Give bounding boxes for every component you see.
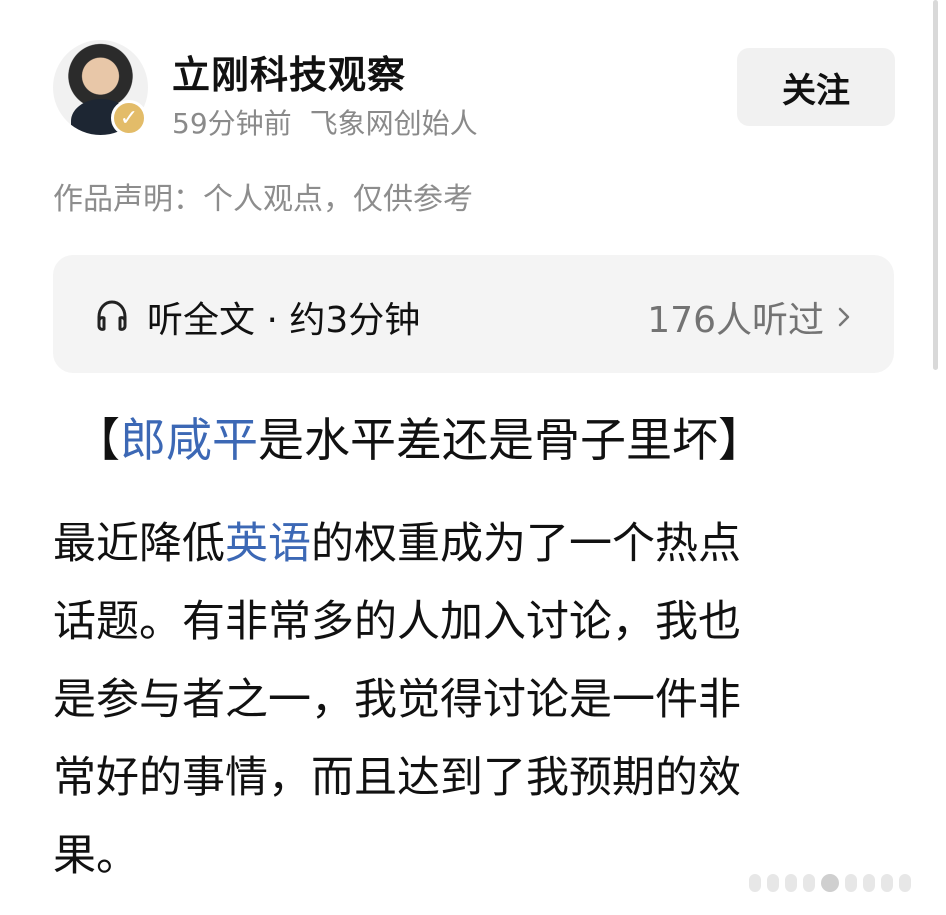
body-line-1: 最近降低英语的权重成为了一个热点	[53, 505, 895, 583]
pager-dot	[785, 874, 797, 892]
author-title: 飞象网创始人	[309, 107, 478, 140]
audio-duration-label: 听全文 · 约3分钟	[147, 300, 421, 341]
body-line-2: 话题。有非常多的人加入讨论，我也	[53, 597, 741, 647]
pager-dot	[899, 874, 911, 892]
article-headline: 【郎咸平是水平差还是骨子里坏】	[74, 408, 764, 472]
headline-person-link[interactable]: 郎咸平	[120, 413, 258, 467]
verified-badge-icon: ✓	[111, 100, 147, 136]
body-line-3: 是参与者之一，我觉得讨论是一件非	[53, 675, 741, 725]
listen-full-article-bar[interactable]: 听全文 · 约3分钟 176人听过	[53, 255, 894, 373]
headphones-icon	[97, 300, 127, 331]
article-body: 最近降低英语的权重成为了一个热点 话题。有非常多的人加入讨论，我也 是参与者之一…	[53, 505, 895, 895]
author-name[interactable]: 立刚科技观察	[172, 44, 406, 99]
listen-full-article[interactable]: 听全文 · 约3分钟	[91, 291, 420, 343]
author-meta: 59分钟前 飞象网创始人	[172, 102, 478, 142]
chevron-right-icon	[838, 307, 850, 327]
vertical-scrollbar[interactable]	[933, 0, 938, 370]
work-statement: 作品声明：个人观点，仅供参考	[53, 182, 473, 217]
author-header: ✓ 立刚科技观察 59分钟前 飞象网创始人 关注	[53, 40, 895, 140]
active-pager-dot	[821, 874, 839, 892]
english-topic-link[interactable]: 英语	[225, 519, 311, 569]
pager-dot	[803, 874, 815, 892]
headline-suffix: 是水平差还是骨子里坏】	[258, 413, 764, 467]
pager-dot	[767, 874, 779, 892]
body-line-1-prefix: 最近降低	[53, 519, 225, 569]
publish-time: 59分钟前	[172, 107, 292, 140]
follow-button[interactable]: 关注	[737, 48, 895, 126]
pager-dot	[881, 874, 893, 892]
headline-prefix: 【	[74, 413, 120, 467]
pager-dot	[863, 874, 875, 892]
body-line-1-suffix: 的权重成为了一个热点	[311, 519, 741, 569]
listener-count: 176人听过	[647, 300, 824, 341]
pager-dot	[845, 874, 857, 892]
listener-count-link[interactable]: 176人听过	[647, 291, 856, 343]
pager-dot	[749, 874, 761, 892]
body-line-4: 常好的事情，而且达到了我预期的效	[53, 753, 741, 803]
image-pager-dots	[749, 874, 916, 892]
